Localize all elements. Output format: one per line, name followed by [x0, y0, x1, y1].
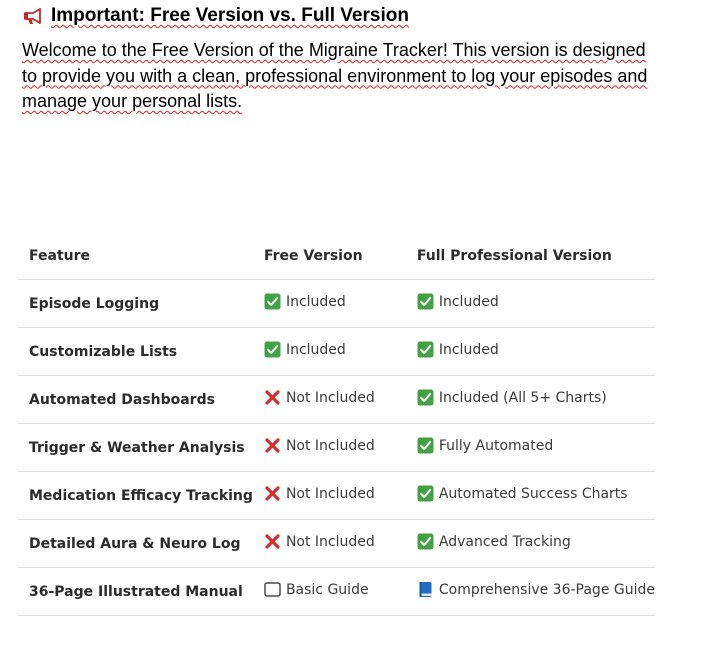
feature-name-cell: Customizable Lists	[18, 327, 253, 376]
full-version-cell: Advanced Tracking	[405, 519, 655, 568]
full-version-value: Included (All 5+ Charts)	[417, 389, 607, 406]
cross-mark-icon	[264, 389, 281, 406]
table-row: Detailed Aura & Neuro Log Not Included Adv…	[18, 519, 655, 568]
check-mark-button-icon	[417, 437, 434, 454]
header-free-version: Free Version	[252, 232, 406, 280]
free-version-value: Included	[264, 341, 346, 358]
table-row: Episode Logging Included Included	[18, 279, 655, 328]
free-version-value: Basic Guide	[264, 581, 369, 598]
free-version-value: Not Included	[264, 533, 375, 550]
full-version-text: Comprehensive 36-Page Guide	[438, 581, 655, 598]
feature-name-cell: Medication Efficacy Tracking	[18, 471, 253, 520]
feature-name-cell: 36-Page Illustrated Manual	[18, 567, 253, 616]
free-version-cell: Basic Guide	[252, 567, 406, 616]
check-mark-button-icon	[417, 389, 434, 406]
free-version-cell: Not Included	[252, 423, 406, 472]
free-version-text: Not Included	[285, 389, 375, 406]
check-mark-button-icon	[264, 293, 281, 310]
full-version-cell: Included	[405, 279, 655, 328]
full-version-value: Included	[417, 341, 499, 358]
free-version-cell: Not Included	[252, 519, 406, 568]
full-version-value: Included	[417, 293, 499, 310]
free-version-value: Included	[264, 293, 346, 310]
free-version-value: Not Included	[264, 437, 375, 454]
free-version-value: Not Included	[264, 389, 375, 406]
cross-mark-icon	[264, 437, 281, 454]
comparison-table: Feature Free Version Full Professional V…	[18, 232, 655, 616]
table-row: Automated Dashboards Not Included Included…	[18, 375, 655, 424]
feature-name-cell: Detailed Aura & Neuro Log	[18, 519, 253, 568]
intro-paragraph: Welcome to the Free Version of the Migra…	[22, 40, 648, 111]
feature-name-cell: Automated Dashboards	[18, 375, 253, 424]
heading: Important: Free Version vs. Full Version	[22, 5, 409, 27]
check-mark-button-icon	[264, 341, 281, 358]
full-version-text: Included (All 5+ Charts)	[438, 389, 607, 406]
table-header-row: Feature Free Version Full Professional V…	[18, 232, 655, 280]
full-version-text: Advanced Tracking	[438, 533, 571, 550]
feature-name-cell: Trigger & Weather Analysis	[18, 423, 253, 472]
full-version-cell: Comprehensive 36-Page Guide	[405, 567, 655, 616]
blue-book-icon	[417, 581, 434, 598]
check-mark-button-icon	[417, 485, 434, 502]
full-version-value: Fully Automated	[417, 437, 553, 454]
feature-name-cell: Episode Logging	[18, 279, 253, 328]
free-version-text: Included	[285, 293, 346, 310]
full-version-value: Advanced Tracking	[417, 533, 571, 550]
heading-text: Important: Free Version vs. Full Version	[51, 5, 409, 26]
full-version-cell: Included (All 5+ Charts)	[405, 375, 655, 424]
free-version-cell: Included	[252, 279, 406, 328]
full-version-cell: Automated Success Charts	[405, 471, 655, 520]
free-version-cell: Not Included	[252, 375, 406, 424]
full-version-value: Comprehensive 36-Page Guide	[417, 581, 655, 598]
full-version-value: Automated Success Charts	[417, 485, 628, 502]
full-version-cell: Fully Automated	[405, 423, 655, 472]
full-version-text: Included	[438, 341, 499, 358]
free-version-text: Not Included	[285, 437, 375, 454]
full-version-text: Included	[438, 293, 499, 310]
check-mark-button-icon	[417, 533, 434, 550]
free-version-text: Included	[285, 341, 346, 358]
check-mark-button-icon	[417, 293, 434, 310]
cross-mark-icon	[264, 485, 281, 502]
table-row: Trigger & Weather Analysis Not Included Fu…	[18, 423, 655, 472]
header-full-version: Full Professional Version	[405, 232, 655, 280]
megaphone-icon	[22, 7, 44, 25]
free-version-text: Not Included	[285, 485, 375, 502]
table-body: Episode Logging Included Included Customiza…	[18, 279, 655, 616]
header-feature: Feature	[18, 232, 253, 280]
check-mark-button-icon	[417, 341, 434, 358]
free-version-text: Not Included	[285, 533, 375, 550]
white-square-icon	[264, 581, 281, 598]
full-version-text: Fully Automated	[438, 437, 554, 454]
cross-mark-icon	[264, 533, 281, 550]
free-version-value: Not Included	[264, 485, 375, 502]
table-row: 36-Page Illustrated Manual Basic Guide Com…	[18, 567, 655, 616]
free-version-text: Basic Guide	[285, 581, 369, 598]
free-version-cell: Not Included	[252, 471, 406, 520]
full-version-cell: Included	[405, 327, 655, 376]
free-version-cell: Included	[252, 327, 406, 376]
full-version-text: Automated Success Charts	[438, 485, 628, 502]
table-row: Customizable Lists Included Included	[18, 327, 655, 376]
table-row: Medication Efficacy Tracking Not Included…	[18, 471, 655, 520]
